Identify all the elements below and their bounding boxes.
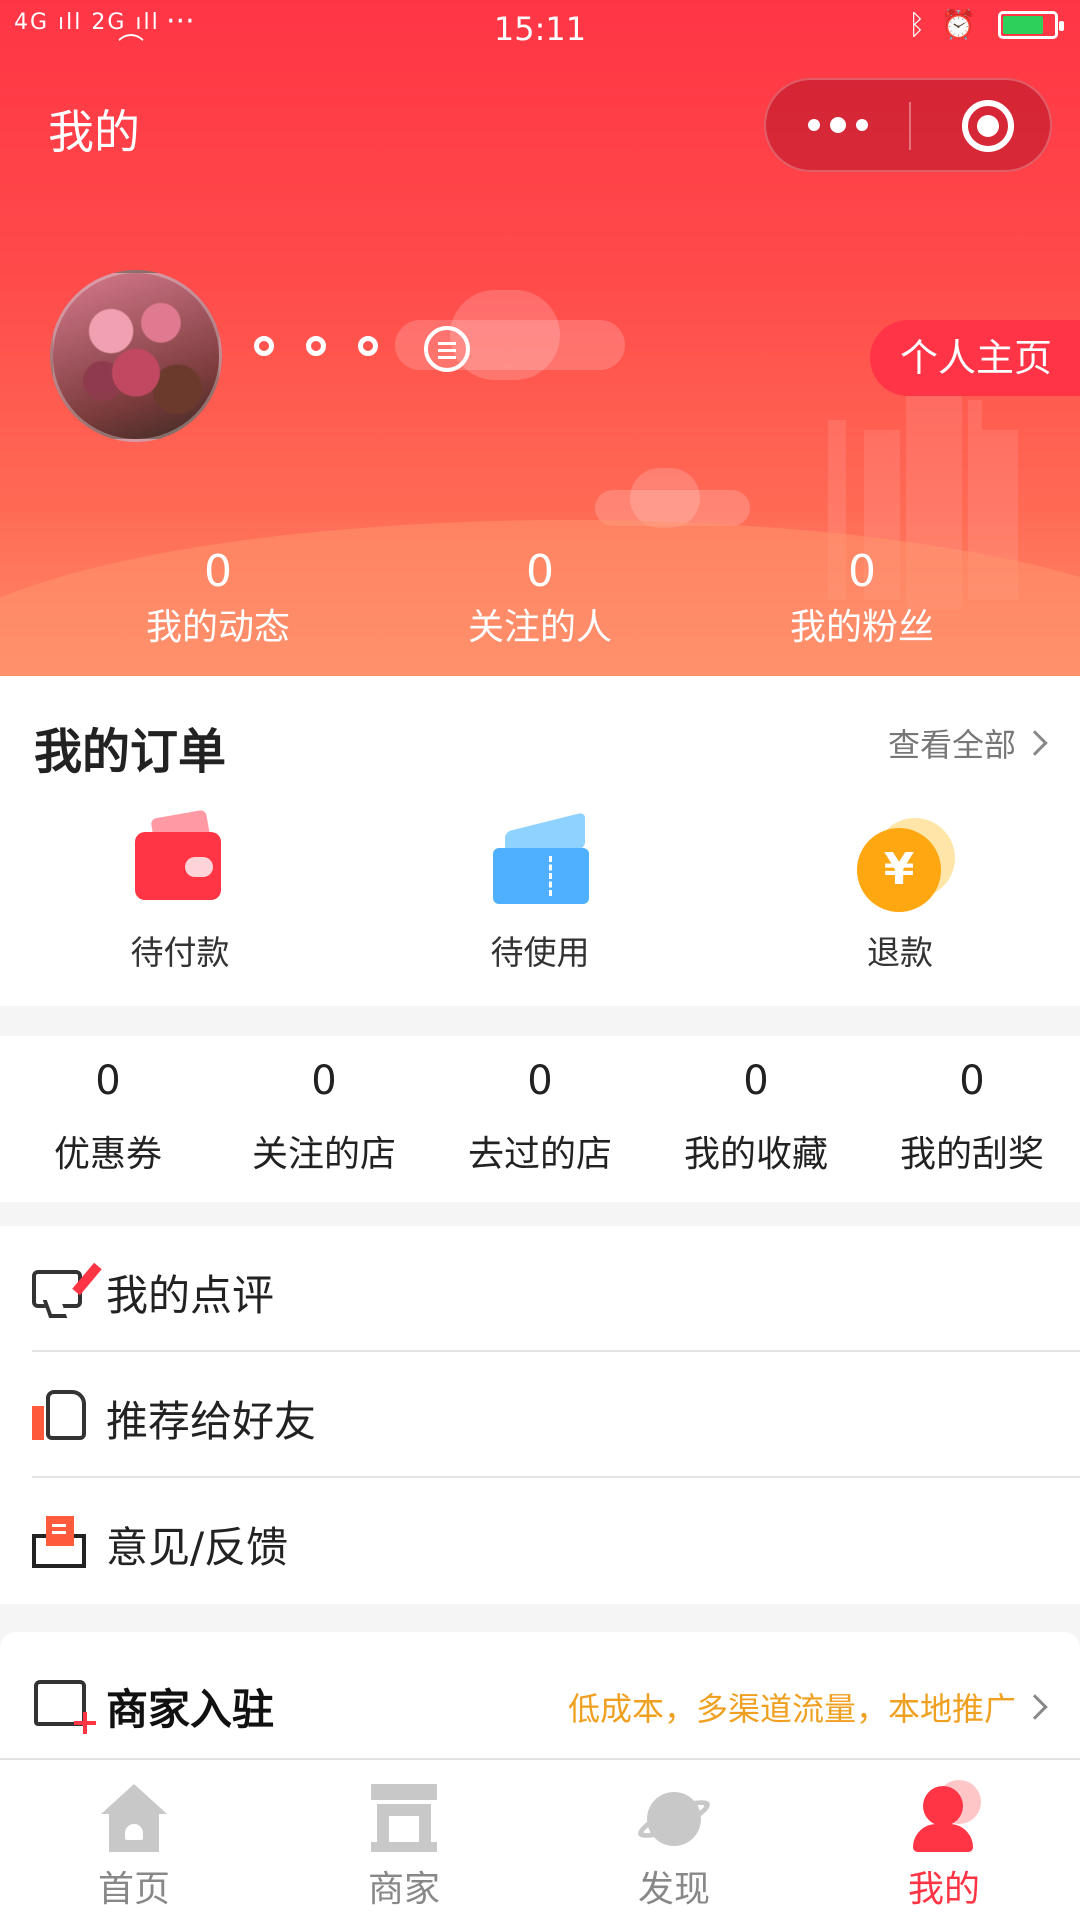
- counter-value: 0: [95, 1058, 121, 1104]
- stat-followers[interactable]: 0 我的粉丝: [752, 544, 972, 654]
- counter-label: 去过的店: [467, 1134, 612, 1175]
- tab-merchants[interactable]: 商家: [314, 1780, 494, 1912]
- profile-header: 4G ıll 2G ıll ︵ ··· 15:11 ᛒ ⏰ 我的 个人主页 0 …: [0, 0, 1080, 676]
- counter-visited-shops[interactable]: 0 去过的店: [432, 1056, 648, 1180]
- menu-item-my-reviews[interactable]: 我的点评: [0, 1226, 1080, 1352]
- counter-value: 0: [527, 1058, 553, 1104]
- merchant-title: 商家入驻: [106, 1685, 275, 1734]
- stat-value: 0: [848, 546, 876, 597]
- profile-stats: 0 我的动态 0 关注的人 0 我的粉丝: [0, 544, 1080, 664]
- counters-section: 0 优惠券 0 关注的店 0 去过的店 0 我的收藏 0 我的刮奖: [0, 1036, 1080, 1202]
- stat-label: 我的粉丝: [789, 607, 934, 648]
- menu-item-label: 意见/反馈: [106, 1523, 289, 1572]
- counter-value: 0: [311, 1058, 337, 1104]
- order-label: 待付款: [130, 933, 230, 972]
- menu-item-label: 我的点评: [106, 1271, 275, 1320]
- personal-homepage-button[interactable]: 个人主页: [870, 320, 1080, 396]
- menu-item-label: 推荐给好友: [106, 1397, 317, 1446]
- menu-item-recommend[interactable]: 推荐给好友: [0, 1352, 1080, 1478]
- stat-following[interactable]: 0 关注的人: [430, 544, 650, 654]
- avatar[interactable]: [50, 270, 222, 442]
- cloud-decoration: [630, 468, 700, 528]
- tab-home[interactable]: 首页: [44, 1780, 224, 1912]
- home-icon: [97, 1780, 171, 1854]
- refund-coin-icon: ¥: [845, 812, 955, 922]
- counter-value: 0: [743, 1058, 769, 1104]
- nickname-dot: [358, 336, 378, 356]
- counter-label: 关注的店: [251, 1134, 396, 1175]
- close-target-icon[interactable]: [962, 100, 1014, 152]
- tab-label: 商家: [367, 1869, 440, 1910]
- user-icon: [907, 1780, 981, 1854]
- tab-label: 发现: [637, 1869, 710, 1910]
- comment-edit-icon: [32, 1262, 102, 1308]
- order-refund[interactable]: ¥ 退款: [800, 812, 1000, 974]
- my-orders-section: 我的订单 查看全部 待付款 待使用 ¥ 退款: [0, 676, 1080, 1006]
- refresh-icon[interactable]: [424, 326, 470, 372]
- feedback-mail-icon: [32, 1516, 88, 1568]
- merchant-promo-text: 低成本，多渠道流量，本地推广: [567, 1690, 1016, 1728]
- order-pending-payment[interactable]: 待付款: [80, 809, 280, 974]
- page-title: 我的: [48, 105, 140, 159]
- tab-label: 首页: [97, 1869, 170, 1910]
- status-bar: 4G ıll 2G ıll ︵ ··· 15:11 ᛒ ⏰: [0, 0, 1080, 58]
- stat-value: 0: [204, 546, 232, 597]
- order-label: 待使用: [490, 933, 590, 972]
- capsule-divider: [909, 102, 911, 150]
- chevron-right-icon: [1022, 730, 1048, 756]
- counter-favorites[interactable]: 0 我的收藏: [648, 1056, 864, 1180]
- thumbs-up-icon: [32, 1390, 88, 1440]
- stat-label: 关注的人: [467, 607, 612, 648]
- view-all-label: 查看全部: [887, 726, 1016, 764]
- counter-coupons[interactable]: 0 优惠券: [0, 1056, 216, 1180]
- menu-item-feedback[interactable]: 意见/反馈: [0, 1478, 1080, 1604]
- merchant-join-row[interactable]: 商家入驻 低成本，多渠道流量，本地推广: [0, 1632, 1080, 1762]
- nickname-dot: [306, 336, 326, 356]
- store-add-icon: [34, 1680, 96, 1734]
- cloud-decoration: [450, 290, 560, 380]
- more-menu-button[interactable]: [766, 80, 909, 170]
- mini-program-capsule: [764, 78, 1052, 172]
- order-to-use[interactable]: 待使用: [440, 812, 640, 974]
- battery-icon: [998, 10, 1064, 39]
- wallet-icon: [125, 809, 235, 922]
- alarm-icon: ⏰: [941, 8, 976, 41]
- stat-my-posts[interactable]: 0 我的动态: [108, 544, 328, 654]
- counter-label: 我的刮奖: [899, 1134, 1044, 1175]
- merchant-promo: 低成本，多渠道流量，本地推广: [567, 1684, 1048, 1730]
- orders-title: 我的订单: [34, 724, 227, 780]
- view-all-orders-link[interactable]: 查看全部: [887, 720, 1048, 766]
- bottom-tab-bar: 首页 商家 发现 我的: [0, 1758, 1080, 1920]
- settings-menu: 我的点评 推荐给好友 意见/反馈: [0, 1226, 1080, 1604]
- shop-icon: [367, 1780, 441, 1854]
- planet-icon: [633, 1780, 715, 1854]
- counter-scratch-cards[interactable]: 0 我的刮奖: [864, 1056, 1080, 1180]
- nickname-dot: [254, 336, 274, 356]
- stat-value: 0: [526, 546, 554, 597]
- counter-label: 优惠券: [53, 1134, 162, 1175]
- tab-label: 我的: [907, 1869, 980, 1910]
- bluetooth-icon: ᛒ: [908, 8, 926, 41]
- order-label: 退款: [867, 933, 933, 972]
- tab-mine[interactable]: 我的: [854, 1780, 1034, 1912]
- counter-followed-shops[interactable]: 0 关注的店: [216, 1056, 432, 1180]
- tab-discover[interactable]: 发现: [584, 1780, 764, 1912]
- chevron-right-icon: [1022, 1694, 1048, 1720]
- ticket-icon: [485, 812, 595, 922]
- nickname-placeholder[interactable]: [254, 336, 378, 356]
- counter-label: 我的收藏: [683, 1134, 828, 1175]
- counter-value: 0: [959, 1058, 985, 1104]
- stat-label: 我的动态: [145, 607, 290, 648]
